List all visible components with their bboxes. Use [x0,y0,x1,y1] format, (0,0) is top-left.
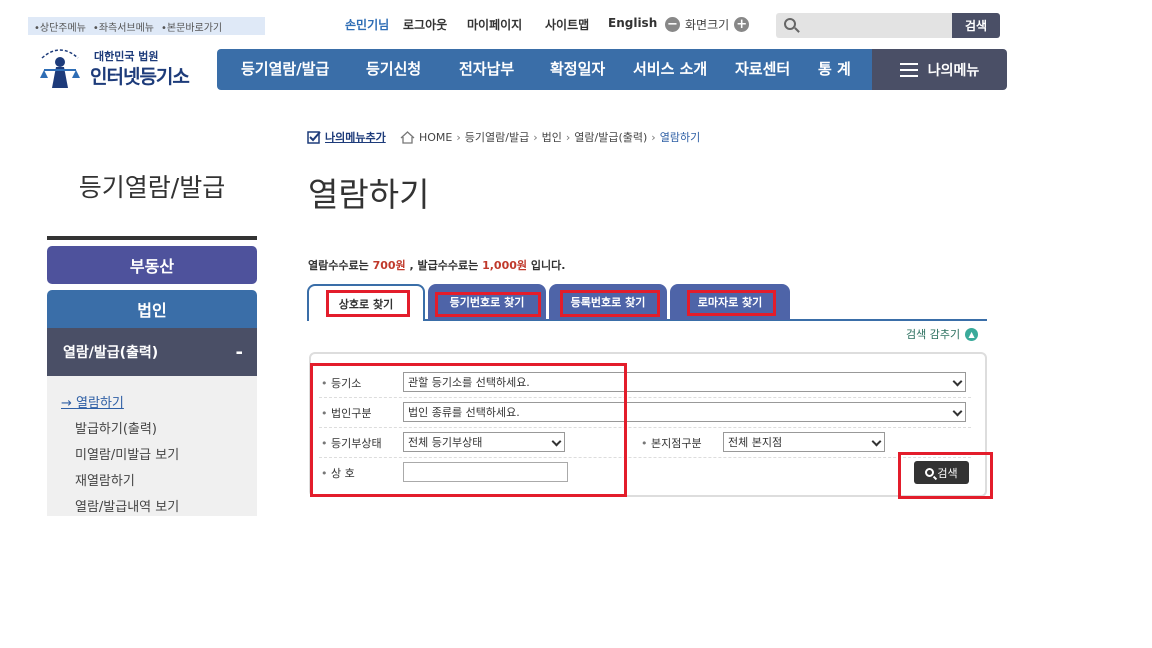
crumb-3[interactable]: 열람/발급(출력) [574,129,647,145]
lnb-item-view[interactable]: → 열람하기 [61,392,124,411]
highlight-box [310,363,627,497]
logo-title: 인터넷등기소 [90,66,190,88]
zoom-label: 화면크기 [685,18,730,32]
issue-fee: 1,000원 [482,259,528,272]
view-fee: 700원 [372,259,406,272]
page-title: 열람하기 [308,175,430,214]
lnb-item-review[interactable]: 재열람하기 [75,470,135,489]
nav-data-center[interactable]: 자료센터 [735,49,790,90]
highlight-box [326,290,410,317]
add-favorite-link[interactable]: 나의메뉴추가 [307,129,386,145]
zoom-in-icon[interactable]: + [734,17,750,32]
chevron-right-icon: › [651,130,656,144]
skip-link-content[interactable]: •본문바로가기 [161,19,222,34]
zoom-out-icon[interactable]: − [665,17,680,32]
site-logo[interactable]: 대한민국 법원 인터넷등기소 [34,40,204,90]
user-greeting: 손민기님 [345,18,390,32]
chevron-down-icon [952,376,963,387]
fee-notice: 열람수수료는 700원 , 발급수수료는 1,000원 입니다. [308,259,566,272]
branch-label: 본지점구분 [641,435,702,451]
skip-link-main-menu[interactable]: •상단주메뉴 [34,19,86,34]
hamburger-icon [899,62,918,77]
lnb-divider [47,236,257,240]
zoom-control: − 화면크기 + [665,16,750,33]
main-nav: 등기열람/발급 등기신청 전자납부 확정일자 서비스 소개 자료센터 통 계 [217,49,873,90]
highlight-box [560,290,660,317]
lnb-real-estate[interactable]: 부동산 [47,246,257,284]
nav-statistics[interactable]: 통 계 [818,49,851,90]
my-menu-label: 나의메뉴 [927,62,980,79]
crumb-2[interactable]: 법인 [542,129,562,145]
highlight-box [435,292,541,317]
chevron-right-icon: › [565,130,571,144]
branch-select[interactable]: 전체 본지점 [723,432,885,452]
check-icon [307,130,321,144]
nav-registry-apply[interactable]: 등기신청 [366,49,421,90]
top-search-input[interactable] [804,15,948,36]
lnb-view-issue-header[interactable]: 열람/발급(출력) - [47,328,257,376]
lnb-item-issue[interactable]: 발급하기(출력) [75,418,157,437]
highlight-box [898,452,993,499]
lnb-item-history[interactable]: 열람/발급내역 보기 [75,496,179,515]
lnb-title: 등기열람/발급 [78,173,226,202]
nav-service-intro[interactable]: 서비스 소개 [633,49,707,90]
lnb-corporation[interactable]: 법인 [47,290,257,328]
highlight-box [687,290,776,316]
chevron-down-icon [871,436,882,447]
lnb-sub-list: → 열람하기 발급하기(출력) 미열람/미발급 보기 재열람하기 열람/발급내역… [47,376,257,516]
chevron-up-icon: ▲ [965,327,979,341]
collapse-icon[interactable]: - [236,342,243,363]
nav-fixed-date[interactable]: 확정일자 [550,49,605,90]
my-menu-button[interactable]: 나의메뉴 [872,49,1007,90]
logout-link[interactable]: 로그아웃 [403,16,447,34]
crumb-1[interactable]: 등기열람/발급 [465,129,529,145]
skip-link-sub-menu[interactable]: •좌측서브메뉴 [93,19,154,34]
skip-links: •상단주메뉴 •좌측서브메뉴 •본문바로가기 [28,17,265,35]
lnb-sub-header-label: 열람/발급(출력) [63,345,159,361]
nav-e-payment[interactable]: 전자납부 [459,49,514,90]
mypage-link[interactable]: 마이페이지 [467,16,522,34]
chevron-right-icon: › [456,130,461,144]
chevron-down-icon [952,406,963,417]
court-emblem-icon [40,49,80,88]
crumb-home[interactable]: HOME [419,131,452,144]
top-search-button[interactable]: 검색 [952,13,1000,38]
lnb-item-unviewed[interactable]: 미열람/미발급 보기 [75,444,179,463]
search-icon [784,18,796,30]
english-link[interactable]: English [608,16,657,34]
home-icon [400,130,415,144]
breadcrumb: HOME › 등기열람/발급 › 법인 › 열람/발급(출력) › 열람하기 [400,129,700,145]
crumb-current: 열람하기 [659,131,701,144]
toggle-search-panel[interactable]: 검색 감추기 ▲ [906,326,979,342]
chevron-right-icon: › [533,130,538,144]
nav-registry-view[interactable]: 등기열람/발급 [241,49,329,90]
sitemap-link[interactable]: 사이트맵 [545,16,589,34]
top-search-box [776,13,952,38]
